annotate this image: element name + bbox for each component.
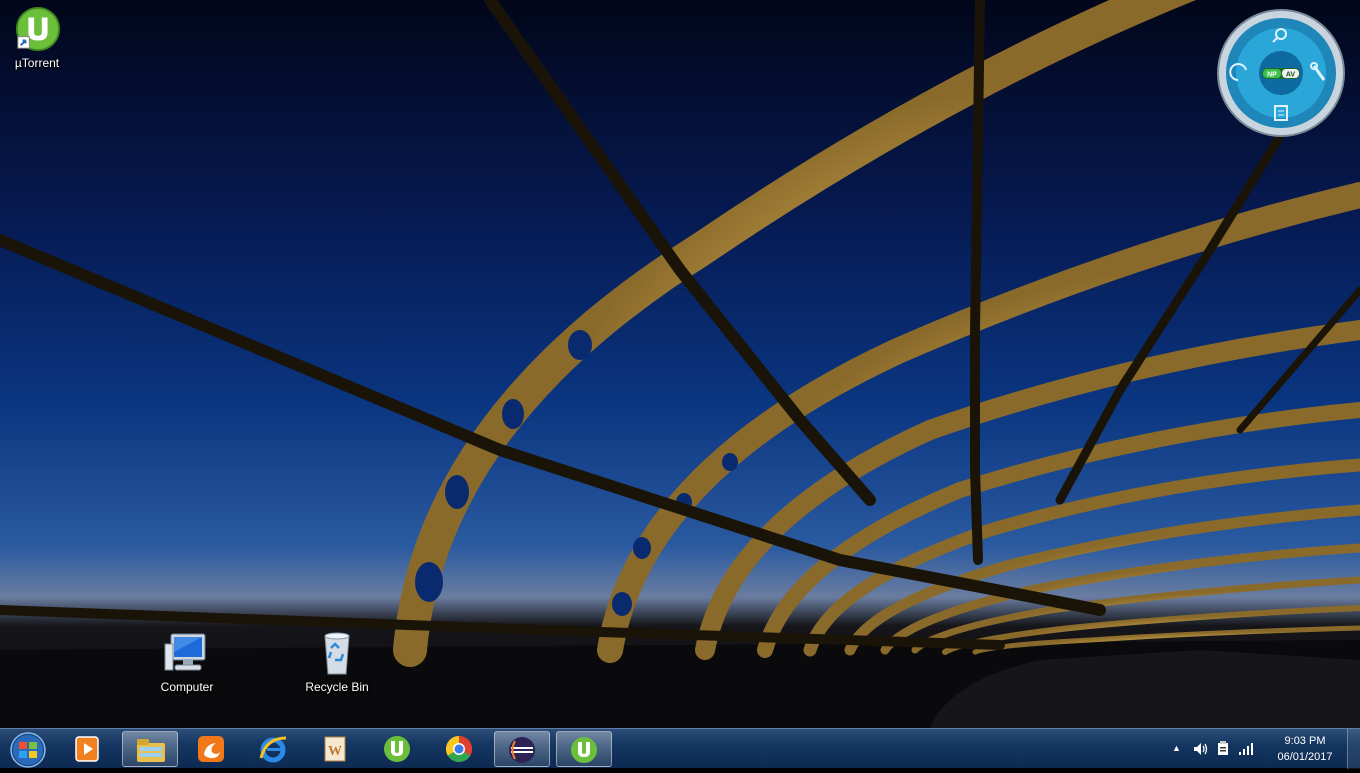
clock-date: 06/01/2017	[1277, 751, 1333, 763]
gadget-badge-av: AV	[1286, 72, 1296, 79]
taskbar-utorrent-window[interactable]	[556, 731, 612, 767]
desktop-icon-computer[interactable]: Computer	[142, 630, 232, 694]
taskbar-chrome[interactable]	[432, 731, 488, 767]
utorrent-window-icon	[571, 737, 597, 763]
desktop-icon-label: Computer	[160, 680, 214, 694]
taskbar-word[interactable]: W	[308, 731, 364, 767]
antivirus-gadget[interactable]: NP AV	[1216, 8, 1346, 138]
clock-time: 9:03 PM	[1284, 735, 1326, 747]
clock[interactable]: 9:03 PM 06/01/2017	[1262, 733, 1348, 765]
show-hidden-icons-arrow[interactable]: ▲	[1172, 743, 1181, 753]
recycle-bin-icon	[324, 632, 350, 675]
utorrent-icon	[15, 6, 60, 52]
eclipse-icon	[509, 737, 535, 763]
bridge-wallpaper	[0, 0, 1360, 728]
desktop[interactable]: µTorrent Computer Recycle Bin NP AV	[0, 0, 1360, 728]
taskbar: W ▲ 9:03 PM 06/01/2017	[0, 728, 1360, 769]
taskbar-utorrent[interactable]	[370, 731, 426, 767]
show-desktop-button[interactable]	[1347, 729, 1360, 769]
start-button[interactable]	[4, 730, 50, 768]
taskbar-file-explorer[interactable]	[122, 731, 178, 767]
media-player-icon	[75, 736, 99, 762]
svg-text:W: W	[328, 744, 342, 759]
file-explorer-icon	[137, 739, 165, 762]
utorrent-icon	[384, 736, 410, 762]
chrome-icon	[445, 735, 473, 763]
taskbar-uc-browser[interactable]	[184, 731, 240, 767]
desktop-icon-recycle-bin[interactable]: Recycle Bin	[292, 630, 382, 694]
taskbar-media-player[interactable]	[60, 731, 116, 767]
internet-explorer-icon	[259, 736, 287, 763]
taskbar-internet-explorer[interactable]	[246, 731, 302, 767]
word-icon: W	[324, 736, 346, 762]
gadget-badge-np: NP	[1267, 72, 1277, 79]
action-center-icon[interactable]	[1216, 740, 1230, 756]
volume-icon[interactable]	[1192, 741, 1208, 757]
uc-browser-icon	[198, 736, 224, 762]
computer-icon	[164, 633, 206, 671]
desktop-icon-label: Recycle Bin	[305, 680, 369, 694]
network-signal-icon[interactable]	[1238, 741, 1256, 755]
taskbar-eclipse[interactable]	[494, 731, 550, 767]
desktop-icon-label: µTorrent	[14, 56, 60, 70]
desktop-icon-utorrent[interactable]: µTorrent	[0, 6, 82, 70]
windows-start-orb	[10, 732, 46, 768]
